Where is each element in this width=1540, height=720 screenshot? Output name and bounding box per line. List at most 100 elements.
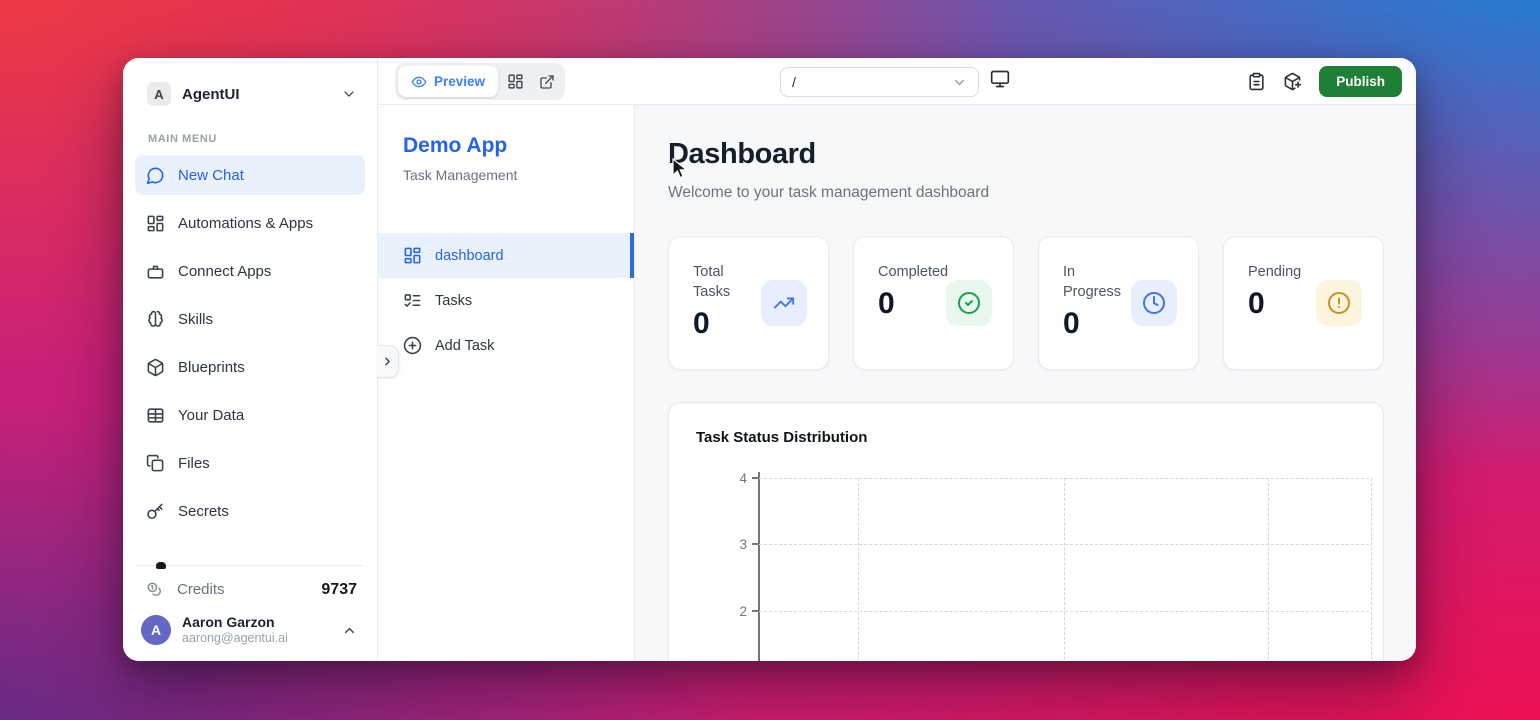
trending-up-icon: [761, 280, 807, 326]
files-icon: [146, 454, 165, 473]
sidebar-item-label: Skills: [178, 310, 214, 328]
stat-card-total-tasks: Total Tasks 0: [668, 236, 829, 370]
layout-grid-icon: [146, 214, 165, 233]
user-avatar: A: [141, 615, 171, 646]
app-title: Demo App: [403, 134, 508, 157]
page-title: Dashboard: [668, 138, 816, 170]
coins-icon: [146, 581, 164, 599]
collapse-panel-handle[interactable]: [377, 345, 399, 378]
workspace-name: AgentUI: [182, 85, 240, 103]
sidebar-footer: Credits 9737 A Aaron Garzon aarong@agent…: [123, 561, 377, 661]
credits-value: 9737: [321, 580, 357, 598]
layout-grid-icon: [507, 73, 524, 90]
brain-icon: [146, 310, 165, 329]
circle-alert-icon: [1316, 280, 1362, 326]
y-axis-line: [758, 472, 760, 661]
sidebar-item-label: Files: [178, 454, 210, 472]
chart-plot: 4 3 2: [669, 403, 1383, 661]
message-circle-icon: [146, 166, 165, 185]
route-value: /: [792, 74, 796, 90]
stat-card-completed: Completed 0: [853, 236, 1014, 370]
x-gridline-3: [1268, 478, 1269, 661]
sidebar-item-label: Connect Apps: [178, 262, 272, 280]
credits-label: Credits: [177, 581, 225, 599]
stat-label: Completed: [878, 264, 949, 280]
preview-label: Preview: [434, 74, 486, 89]
sidebar-divider: [135, 561, 365, 569]
layout-grid-icon: [403, 246, 422, 265]
chevron-down-icon: [952, 75, 967, 90]
credits-row: Credits 9737: [123, 566, 377, 599]
key-icon: [146, 502, 165, 521]
content-row: Demo App Task Management dashboard Tasks…: [377, 105, 1416, 661]
app-nav-tasks[interactable]: Tasks: [378, 278, 634, 323]
sidebar-item-skills[interactable]: Skills: [135, 299, 365, 339]
stat-cards: Total Tasks 0 Completed 0 In Progress 0: [668, 236, 1384, 370]
dashboard-main: Dashboard Welcome to your task managemen…: [635, 105, 1416, 661]
app-nav-dashboard[interactable]: dashboard: [378, 233, 634, 278]
topbar-actions: Publish: [1247, 58, 1402, 105]
y-tickmark: [752, 610, 758, 612]
table-icon: [146, 406, 165, 425]
x-gridline-1: [858, 478, 859, 661]
topbar: Preview / Publish: [378, 58, 1416, 105]
sidebar-item-files[interactable]: Files: [135, 443, 365, 483]
sidebar-item-your-data[interactable]: Your Data: [135, 395, 365, 435]
x-gridline-right-edge: [1371, 478, 1372, 661]
list-todo-icon: [403, 291, 422, 310]
sidebar-item-label: Secrets: [178, 502, 229, 520]
stat-card-in-progress: In Progress 0: [1038, 236, 1199, 370]
preview-toggle[interactable]: Preview: [398, 66, 499, 97]
sidebar-item-blueprints[interactable]: Blueprints: [135, 347, 365, 387]
open-external-button[interactable]: [532, 66, 562, 97]
stat-card-pending: Pending 0: [1223, 236, 1384, 370]
circle-plus-icon: [403, 336, 422, 355]
y-tick-label: 3: [739, 537, 747, 552]
circle-check-icon: [946, 280, 992, 326]
sidebar-item-label: Automations & Apps: [178, 214, 314, 232]
sidebar-item-connect-apps[interactable]: Connect Apps: [135, 251, 365, 291]
user-texts: Aaron Garzon aarong@agentui.ai: [182, 614, 288, 647]
sidebar-item-automations-apps[interactable]: Automations & Apps: [135, 203, 365, 243]
changelog-button[interactable]: [1247, 72, 1266, 91]
x-gridline-2: [1064, 478, 1065, 661]
app-nav-add-task[interactable]: Add Task: [378, 323, 634, 368]
sidebar-item-label: New Chat: [178, 166, 244, 184]
grid-view-button[interactable]: [500, 66, 530, 97]
clock-icon: [1131, 280, 1177, 326]
app-window: A AgentUI MAIN MENU New Chat Automations…: [123, 58, 1416, 661]
app-panel: Demo App Task Management dashboard Tasks…: [377, 105, 635, 661]
package-plus-icon: [1283, 72, 1302, 91]
route-select[interactable]: /: [780, 67, 979, 97]
sidebar-item-secrets[interactable]: Secrets: [135, 491, 365, 531]
y-tickmark: [752, 543, 758, 545]
chevron-down-icon: [341, 86, 357, 102]
workspace-switcher[interactable]: A AgentUI: [123, 58, 377, 106]
desktop-background: { "app": { "name": "AgentUI", "initial":…: [0, 0, 1540, 720]
package-export-button[interactable]: [1283, 72, 1302, 91]
monitor-icon: [990, 69, 1010, 89]
page-subtitle: Welcome to your task management dashboar…: [668, 184, 990, 201]
chevron-right-icon: [381, 355, 394, 368]
publish-button[interactable]: Publish: [1319, 66, 1402, 97]
sidebar-item-label: Blueprints: [178, 358, 245, 376]
sidebar-item-new-chat[interactable]: New Chat: [135, 155, 365, 195]
device-preview-button[interactable]: [990, 69, 1010, 89]
user-menu[interactable]: A Aaron Garzon aarong@agentui.ai: [123, 614, 377, 647]
right-column: Preview / Publish Demo App Task Manageme…: [377, 58, 1416, 661]
app-nav-label: Tasks: [435, 292, 473, 309]
clipped-icon: [156, 561, 166, 569]
package-icon: [146, 358, 165, 377]
chevron-up-icon: [342, 623, 357, 638]
stat-label: Pending: [1248, 264, 1302, 280]
sidebar-section-label: MAIN MENU: [148, 133, 217, 145]
main-sidebar: A AgentUI MAIN MENU New Chat Automations…: [123, 58, 378, 661]
clipboard-list-icon: [1247, 72, 1266, 91]
y-tick-label: 4: [739, 471, 747, 486]
y-tickmark: [752, 477, 758, 479]
user-name: Aaron Garzon: [182, 613, 275, 630]
sidebar-nav: New Chat Automations & Apps Connect Apps…: [123, 155, 377, 539]
sidebar-item-label: Your Data: [178, 406, 245, 424]
app-panel-nav: dashboard Tasks Add Task: [378, 233, 634, 368]
external-link-icon: [539, 74, 555, 90]
